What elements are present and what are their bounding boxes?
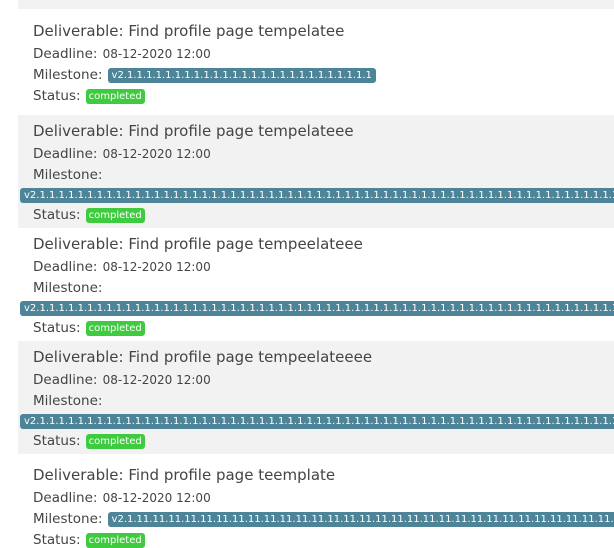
status-badge: completed bbox=[85, 321, 145, 336]
deliverable-card: Deliverable: Find profile page tempelate… bbox=[18, 19, 614, 107]
deadline-row: Deadline: 08-12-2020 12:00 bbox=[33, 42, 614, 63]
milestone-badge: v2.1.1.1.1.1.1.1.1.1.1.1.1.1.1.1.1.1.1.1… bbox=[20, 188, 614, 203]
deadline-value: 08-12-2020 12:00 bbox=[102, 260, 211, 274]
deadline-value: 08-12-2020 12:00 bbox=[102, 47, 211, 61]
deadline-label: Deadline: bbox=[33, 490, 98, 506]
status-label: Status: bbox=[33, 433, 81, 449]
deadline-row: Deadline: 08-12-2020 12:00 bbox=[33, 368, 614, 389]
milestone-row: Milestone: v2.1.11.11.11.11.11.11.11.11.… bbox=[33, 507, 614, 528]
milestone-label: Milestone: bbox=[33, 167, 103, 183]
status-badge: completed bbox=[85, 89, 145, 104]
milestone-badge: v2.1.1.1.1.1.1.1.1.1.1.1.1.1.1.1.1.1.1.1… bbox=[107, 68, 376, 83]
milestone-row: Milestone: v2.1.1.1.1.1.1.1.1.1.1.1.1.1.… bbox=[33, 63, 614, 84]
deadline-label: Deadline: bbox=[33, 259, 98, 275]
milestone-badge: v2.1.1.1.1.1.1.1.1.1.1.1.1.1.1.1.1.1.1.1… bbox=[20, 301, 614, 316]
deliverable-title: Deliverable: Find profile page tempelate… bbox=[33, 22, 345, 40]
deliverable-title: Deliverable: Find profile page teemplate bbox=[33, 466, 336, 484]
deadline-row: Deadline: 08-12-2020 12:00 bbox=[33, 142, 614, 163]
status-row: Status: completed bbox=[33, 429, 614, 450]
deadline-value: 08-12-2020 12:00 bbox=[102, 147, 211, 161]
deadline-value: 08-12-2020 12:00 bbox=[102, 373, 211, 387]
deliverable-title: Deliverable: Find profile page tempelate… bbox=[33, 122, 354, 140]
status-row: Status: completed bbox=[33, 316, 614, 337]
milestone-badge: v2.1.1.1.1.1.1.1.1.1.1.1.1.1.1.1.1.1.1.1… bbox=[20, 414, 614, 429]
milestone-label: Milestone: bbox=[33, 280, 103, 296]
previous-card-edge bbox=[18, 0, 614, 9]
milestone-row: Milestone: bbox=[33, 163, 614, 184]
deadline-label: Deadline: bbox=[33, 46, 98, 62]
deliverable-card: Deliverable: Find profile page tempelate… bbox=[18, 115, 614, 228]
status-badge: completed bbox=[85, 533, 145, 548]
deadline-row: Deadline: 08-12-2020 12:00 bbox=[33, 255, 614, 276]
deliverable-title: Deliverable: Find profile page tempeelat… bbox=[33, 348, 373, 366]
milestone-badge-row: v2.1.1.1.1.1.1.1.1.1.1.1.1.1.1.1.1.1.1.1… bbox=[18, 410, 614, 429]
deliverable-title: Deliverable: Find profile page tempeelat… bbox=[33, 235, 363, 253]
status-row: Status: completed bbox=[33, 528, 614, 548]
deliverable-card: Deliverable: Find profile page tempeelat… bbox=[18, 341, 614, 454]
milestone-row: Milestone: bbox=[33, 389, 614, 410]
status-badge: completed bbox=[85, 208, 145, 223]
milestone-badge: v2.1.11.11.11.11.11.11.11.11.11.11.11.11… bbox=[107, 512, 614, 527]
status-label: Status: bbox=[33, 88, 81, 104]
status-label: Status: bbox=[33, 532, 81, 548]
milestone-badge-row: v2.1.1.1.1.1.1.1.1.1.1.1.1.1.1.1.1.1.1.1… bbox=[18, 184, 614, 203]
status-label: Status: bbox=[33, 207, 81, 223]
deliverable-card: Deliverable: Find profile page teemplate… bbox=[18, 463, 614, 548]
deadline-row: Deadline: 08-12-2020 12:00 bbox=[33, 486, 614, 507]
deadline-label: Deadline: bbox=[33, 146, 98, 162]
status-label: Status: bbox=[33, 320, 81, 336]
milestone-badge-row: v2.1.1.1.1.1.1.1.1.1.1.1.1.1.1.1.1.1.1.1… bbox=[18, 297, 614, 316]
status-badge: completed bbox=[85, 434, 145, 449]
deliverables-list: Deliverable: Find profile page tempelate… bbox=[0, 0, 614, 548]
deadline-value: 08-12-2020 12:00 bbox=[102, 491, 211, 505]
milestone-label: Milestone: bbox=[33, 393, 103, 409]
deliverable-card: Deliverable: Find profile page tempeelat… bbox=[18, 230, 614, 340]
milestone-row: Milestone: bbox=[33, 276, 614, 297]
milestone-label: Milestone: bbox=[33, 511, 103, 527]
status-row: Status: completed bbox=[33, 203, 614, 224]
deadline-label: Deadline: bbox=[33, 372, 98, 388]
status-row: Status: completed bbox=[33, 84, 614, 105]
milestone-label: Milestone: bbox=[33, 67, 103, 83]
